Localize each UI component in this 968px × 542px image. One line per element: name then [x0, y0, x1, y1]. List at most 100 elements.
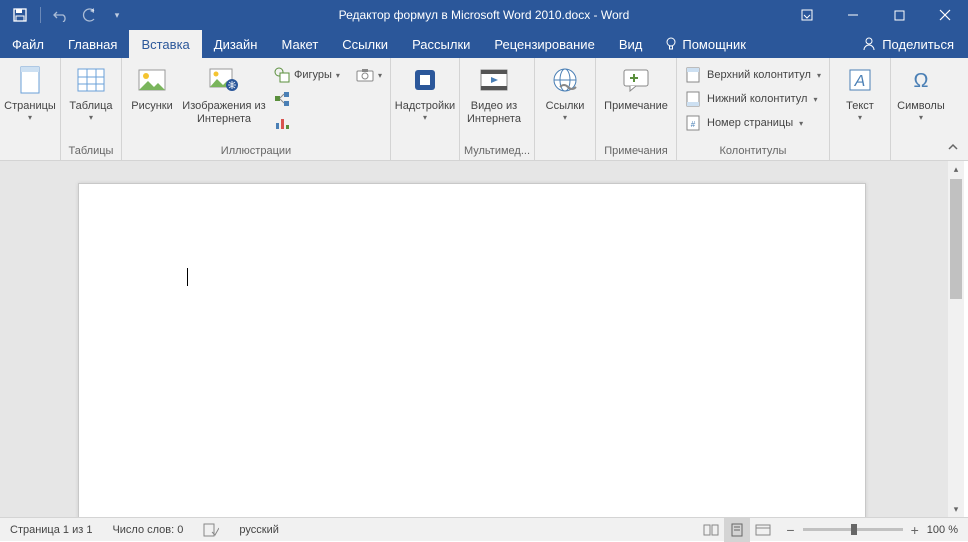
tab-layout[interactable]: Макет	[269, 30, 330, 58]
online-video-button[interactable]: Видео из Интернета	[464, 60, 524, 142]
word-count[interactable]: Число слов: 0	[102, 524, 193, 536]
zoom-out-button[interactable]: −	[786, 522, 794, 538]
pages-button[interactable]: Страницы ▾	[4, 60, 56, 142]
scroll-thumb[interactable]	[950, 179, 962, 299]
tab-review[interactable]: Рецензирование	[482, 30, 606, 58]
svg-text:A: A	[854, 73, 866, 90]
tab-home[interactable]: Главная	[56, 30, 129, 58]
smartart-button[interactable]	[270, 88, 344, 110]
window-controls	[784, 0, 968, 30]
undo-button[interactable]	[49, 3, 73, 27]
footer-button[interactable]: Нижний колонтитул▾	[681, 88, 825, 110]
header-icon	[685, 67, 701, 83]
tab-view[interactable]: Вид	[607, 30, 655, 58]
links-label: Ссылки	[546, 100, 585, 113]
tab-references[interactable]: Ссылки	[330, 30, 400, 58]
shapes-button[interactable]: Фигуры▾	[270, 64, 344, 86]
zoom-slider[interactable]	[803, 528, 903, 531]
web-layout-button[interactable]	[750, 518, 776, 542]
footer-label: Нижний колонтитул	[707, 93, 807, 105]
group-illustrations-label: Иллюстрации	[126, 143, 386, 160]
table-icon	[75, 64, 107, 96]
shapes-label: Фигуры	[294, 69, 332, 81]
save-button[interactable]	[8, 3, 32, 27]
header-button[interactable]: Верхний колонтитул▾	[681, 64, 825, 86]
lightbulb-icon	[664, 37, 678, 51]
share-button[interactable]: Поделиться	[848, 30, 968, 58]
pictures-button[interactable]: Рисунки	[126, 60, 178, 142]
picture-icon	[136, 64, 168, 96]
tab-mailings[interactable]: Рассылки	[400, 30, 482, 58]
online-pictures-button[interactable]: Изображения из Интернета	[182, 60, 266, 142]
text-label: Текст	[846, 100, 874, 113]
read-mode-button[interactable]	[698, 518, 724, 542]
close-button[interactable]	[922, 0, 968, 30]
zoom-value[interactable]: 100 %	[927, 524, 958, 536]
group-illustrations: Рисунки Изображения из Интернета Фигуры▾	[122, 58, 391, 160]
document-area[interactable]	[0, 161, 948, 517]
scroll-down-button[interactable]: ▾	[948, 501, 964, 517]
links-button[interactable]: Ссылки ▾	[539, 60, 591, 142]
text-button[interactable]: A Текст ▾	[834, 60, 886, 142]
tab-insert[interactable]: Вставка	[129, 30, 201, 58]
online-picture-icon	[208, 64, 240, 96]
maximize-button[interactable]	[876, 0, 922, 30]
group-links: Ссылки ▾	[535, 58, 596, 160]
print-layout-button[interactable]	[724, 518, 750, 542]
chevron-up-icon	[947, 141, 959, 153]
zoom-in-button[interactable]: +	[911, 522, 919, 538]
zoom-thumb[interactable]	[851, 524, 857, 535]
footer-icon	[685, 91, 701, 107]
textbox-icon: A	[844, 64, 876, 96]
page-indicator[interactable]: Страница 1 из 1	[0, 524, 102, 536]
group-comments: Примечание Примечания	[596, 58, 677, 160]
shapes-icon	[274, 67, 290, 83]
tab-file[interactable]: Файл	[0, 30, 56, 58]
vertical-scrollbar[interactable]: ▴ ▾	[948, 161, 964, 517]
addins-label: Надстройки	[395, 100, 455, 113]
language-indicator[interactable]: русский	[229, 524, 288, 536]
spellcheck-button[interactable]	[193, 523, 229, 537]
comment-label: Примечание	[604, 100, 668, 113]
scroll-up-button[interactable]: ▴	[948, 161, 964, 177]
zoom-control: − + 100 %	[776, 522, 968, 538]
tell-me[interactable]: Помощник	[654, 30, 756, 58]
ribbon-tabs: Файл Главная Вставка Дизайн Макет Ссылки…	[0, 30, 968, 58]
minimize-button[interactable]	[830, 0, 876, 30]
pagenumber-button[interactable]: # Номер страницы▾	[681, 112, 825, 134]
link-icon	[549, 64, 581, 96]
group-symbols: Ω Символы ▾	[891, 58, 951, 160]
redo-button[interactable]	[77, 3, 101, 27]
qat-customize-button[interactable]: ▾	[105, 3, 129, 27]
tab-design[interactable]: Дизайн	[202, 30, 270, 58]
chart-icon	[274, 115, 290, 131]
person-icon	[862, 37, 876, 51]
spellcheck-icon	[203, 523, 219, 537]
chevron-down-icon: ▾	[919, 113, 923, 123]
smartart-icon	[274, 91, 290, 107]
pagenumber-label: Номер страницы	[707, 117, 793, 129]
table-button[interactable]: Таблица ▾	[65, 60, 117, 142]
screenshot-icon	[356, 68, 374, 82]
addins-button[interactable]: Надстройки ▾	[395, 60, 455, 142]
group-tables-label: Таблицы	[65, 143, 117, 160]
illustrations-small: Фигуры▾	[270, 60, 344, 134]
text-cursor	[187, 268, 188, 286]
header-label: Верхний колонтитул	[707, 69, 811, 81]
page[interactable]	[78, 183, 866, 517]
symbols-button[interactable]: Ω Символы ▾	[895, 60, 947, 142]
window-title: Редактор формул в Microsoft Word 2010.do…	[339, 8, 630, 22]
comment-button[interactable]: Примечание	[600, 60, 672, 142]
svg-text:#: #	[691, 120, 696, 129]
screenshot-button[interactable]: ▾	[352, 64, 386, 86]
chevron-down-icon: ▾	[563, 113, 567, 123]
symbols-label: Символы	[897, 100, 945, 113]
pictures-label: Рисунки	[131, 100, 173, 113]
collapse-ribbon-button[interactable]	[944, 138, 962, 156]
group-pages: Страницы ▾	[0, 58, 61, 160]
chart-button[interactable]	[270, 112, 344, 134]
group-addins: Надстройки ▾	[391, 58, 460, 160]
video-icon	[478, 64, 510, 96]
ribbon-options-button[interactable]	[784, 0, 830, 30]
page-icon	[14, 64, 46, 96]
